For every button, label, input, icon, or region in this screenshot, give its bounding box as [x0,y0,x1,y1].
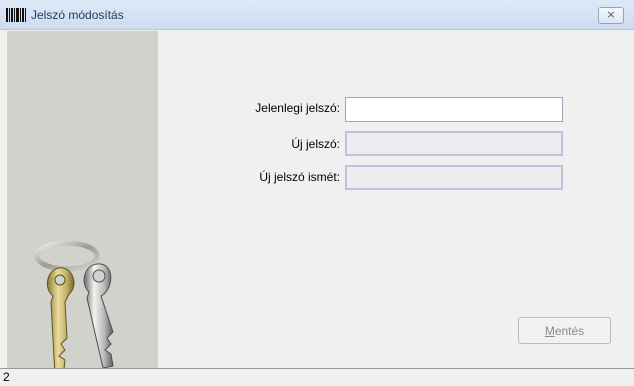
repeat-password-field[interactable] [345,165,563,190]
password-change-window: Jelszó módosítás ⨯ Jelenlegi jelszó: Új … [0,0,634,385]
status-bar: 2 [0,368,634,385]
save-button[interactable]: Mentés [518,317,611,344]
save-label-mnemonic: M [544,323,555,338]
new-password-field[interactable] [345,131,563,156]
save-label-rest: entés [554,323,585,338]
side-panel [7,31,158,379]
window-title: Jelszó módosítás [31,8,124,22]
current-password-label: Jelenlegi jelszó: [255,101,340,115]
keys-icon [34,240,114,379]
title-bar[interactable]: Jelszó módosítás ⨯ [0,0,634,30]
new-password-label: Új jelszó: [291,137,340,151]
barcode-icon [6,8,26,22]
current-password-field[interactable] [345,97,563,122]
status-text: 2 [3,370,10,384]
close-icon: ⨯ [606,9,616,21]
repeat-password-label: Új jelszó ismét: [259,170,340,184]
close-button[interactable]: ⨯ [598,7,624,24]
